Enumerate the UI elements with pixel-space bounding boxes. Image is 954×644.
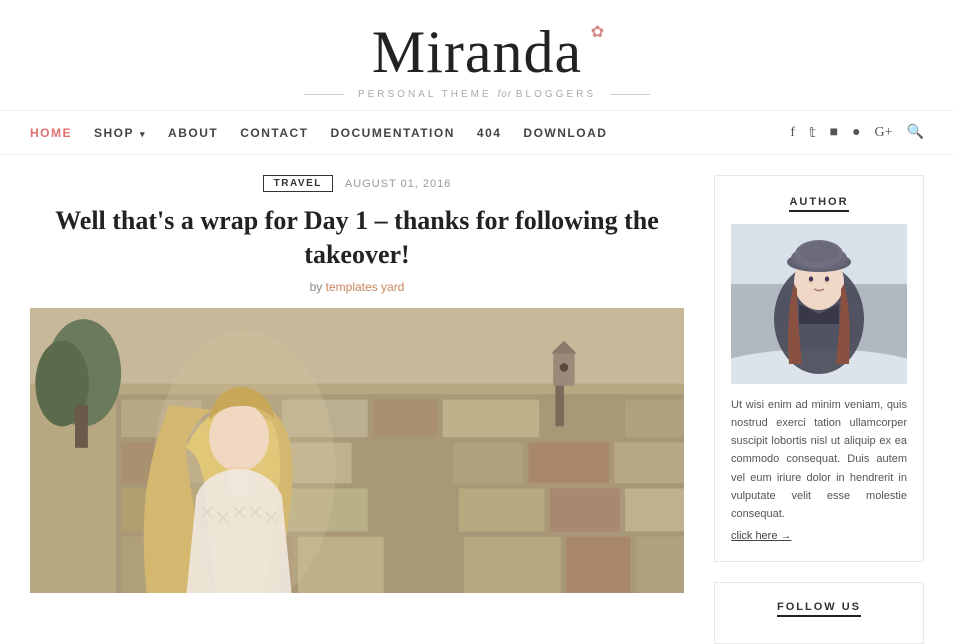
nav-404[interactable]: 404 bbox=[477, 126, 502, 140]
googleplus-icon[interactable]: G+ bbox=[875, 125, 893, 141]
article-date: AUGUST 01, 2016 bbox=[345, 178, 452, 190]
flower-decoration: ✿ bbox=[591, 22, 604, 42]
category-tag[interactable]: TRAVEL bbox=[263, 175, 333, 192]
nav-links: HOME SHOP ▾ ABOUT CONTACT DOCUMENTATION … bbox=[30, 126, 607, 140]
author-read-more[interactable]: click here → bbox=[731, 530, 792, 542]
nav-download[interactable]: DOWNLOAD bbox=[523, 126, 607, 140]
author-bio: Ut wisi enim ad minim veniam, quis nostr… bbox=[731, 396, 907, 523]
follow-widget: FOLLOW US bbox=[714, 582, 924, 644]
author-widget: AUTHOR bbox=[714, 175, 924, 562]
nav-contact[interactable]: CONTACT bbox=[240, 126, 308, 140]
sidebar: AUTHOR bbox=[714, 175, 924, 644]
twitter-icon[interactable]: 𝕥 bbox=[809, 124, 816, 141]
article-title: Well that's a wrap for Day 1 – thanks fo… bbox=[30, 204, 684, 272]
shop-caret: ▾ bbox=[136, 129, 146, 139]
facebook-icon[interactable]: f bbox=[790, 125, 795, 141]
article-author: by templates yard bbox=[30, 280, 684, 294]
author-photo bbox=[731, 224, 907, 384]
pinterest-icon[interactable]: ● bbox=[852, 125, 860, 141]
site-header: Miranda ✿ PERSONAL THEME for BLOGGERS bbox=[0, 0, 954, 111]
nav-home[interactable]: HOME bbox=[30, 126, 72, 140]
nav-documentation[interactable]: DOCUMENTATION bbox=[331, 126, 455, 140]
article-meta: TRAVEL AUGUST 01, 2016 bbox=[30, 175, 684, 192]
social-icons: f 𝕥 ■ ● G+ 🔍 bbox=[790, 124, 924, 141]
instagram-icon[interactable]: ■ bbox=[830, 125, 838, 141]
site-title: Miranda ✿ bbox=[372, 18, 582, 87]
main-navigation: HOME SHOP ▾ ABOUT CONTACT DOCUMENTATION … bbox=[0, 111, 954, 155]
author-widget-title: AUTHOR bbox=[789, 196, 848, 212]
nav-shop[interactable]: SHOP ▾ bbox=[94, 126, 146, 140]
content-area: TRAVEL AUGUST 01, 2016 Well that's a wra… bbox=[30, 175, 684, 644]
nav-about[interactable]: ABOUT bbox=[168, 126, 218, 140]
search-icon[interactable]: 🔍 bbox=[907, 124, 924, 141]
site-tagline: PERSONAL THEME for BLOGGERS bbox=[0, 89, 954, 100]
follow-widget-title: FOLLOW US bbox=[777, 601, 861, 617]
author-bio-link-wrap: click here → bbox=[731, 527, 907, 545]
main-layout: TRAVEL AUGUST 01, 2016 Well that's a wra… bbox=[0, 175, 954, 644]
author-widget-title-wrap: AUTHOR bbox=[731, 192, 907, 210]
author-link[interactable]: templates yard bbox=[326, 280, 405, 294]
featured-image bbox=[30, 308, 684, 593]
